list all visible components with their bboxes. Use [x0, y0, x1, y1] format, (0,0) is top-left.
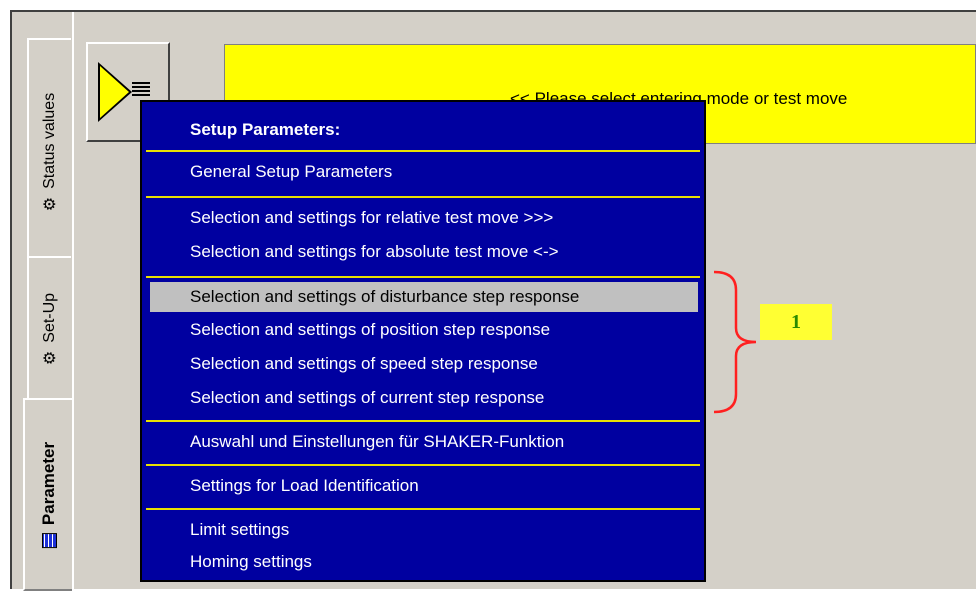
- menu-item-absolute-test-move[interactable]: Selection and settings for absolute test…: [190, 242, 559, 262]
- menu-item-disturbance-step-response[interactable]: Selection and settings of disturbance st…: [150, 282, 698, 312]
- play-icon-fill: [100, 66, 129, 118]
- menu-separator: [146, 420, 700, 422]
- tab-status-values[interactable]: ⚙ Status values: [27, 38, 71, 266]
- menu-item-limit-settings[interactable]: Limit settings: [190, 520, 289, 540]
- menu-item-load-identification[interactable]: Settings for Load Identification: [190, 476, 419, 496]
- group-brace-annotation: [713, 270, 757, 414]
- menu-lines-icon: [132, 82, 150, 96]
- menu-separator: [146, 276, 700, 278]
- menu-separator: [146, 508, 700, 510]
- menu-separator: [146, 464, 700, 466]
- menu-item-position-step-response[interactable]: Selection and settings of position step …: [190, 320, 550, 340]
- tab-label: Parameter: [39, 441, 58, 525]
- menu-item-relative-test-move[interactable]: Selection and settings for relative test…: [190, 208, 553, 228]
- vertical-tab-strip: ⚙ Status values ⚙ Set-Up Parameter: [12, 12, 76, 591]
- setup-parameters-menu: Setup Parameters: General Setup Paramete…: [140, 100, 706, 582]
- grid-icon: [41, 532, 57, 548]
- tab-label: Set-Up: [41, 292, 58, 343]
- menu-item-homing-settings[interactable]: Homing settings: [190, 552, 312, 572]
- menu-item-current-step-response[interactable]: Selection and settings of current step r…: [190, 388, 544, 408]
- gear-icon: ⚙: [42, 350, 59, 366]
- menu-item-general-setup[interactable]: General Setup Parameters: [190, 162, 392, 182]
- tab-set-up[interactable]: ⚙ Set-Up: [27, 256, 71, 402]
- tab-label: Status values: [41, 92, 58, 189]
- gear-icon: ⚙: [42, 196, 59, 212]
- menu-item-shaker-function[interactable]: Auswahl und Einstellungen für SHAKER-Fun…: [190, 432, 564, 452]
- menu-separator: [146, 196, 700, 198]
- annotation-label: 1: [760, 304, 832, 340]
- menu-title: Setup Parameters:: [190, 120, 341, 139]
- menu-item-speed-step-response[interactable]: Selection and settings of speed step res…: [190, 354, 538, 374]
- menu-separator: [146, 150, 700, 152]
- brace-path: [713, 270, 757, 414]
- tab-parameter[interactable]: Parameter: [23, 398, 73, 591]
